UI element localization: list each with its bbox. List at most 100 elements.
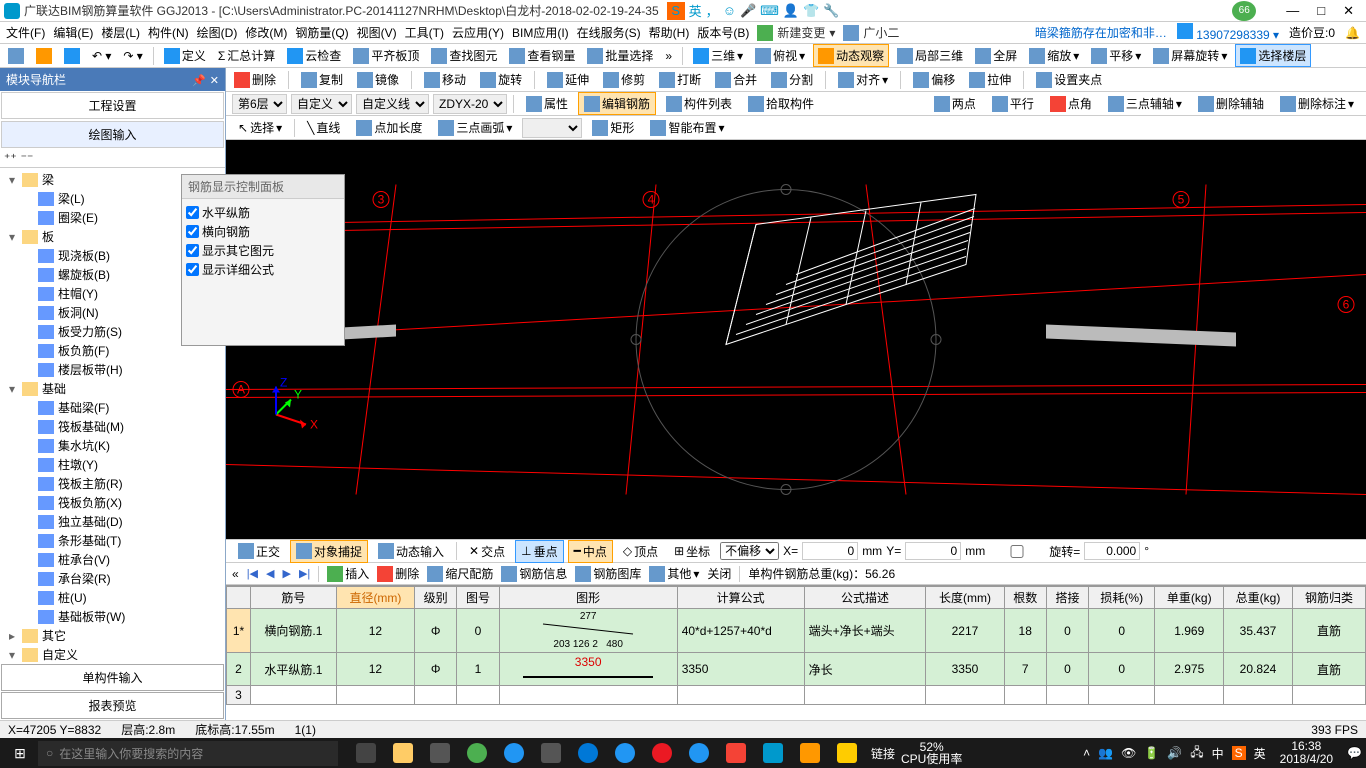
grid-header[interactable]: 总重(kg)	[1224, 587, 1293, 609]
dynview-button[interactable]: 动态观察	[813, 44, 889, 67]
tab-draw-input[interactable]: 绘图输入	[1, 121, 224, 148]
save-button[interactable]	[60, 46, 84, 66]
delaux-button[interactable]: 删除辅轴	[1192, 92, 1270, 115]
app-help[interactable]	[829, 739, 865, 767]
grid-header[interactable]: 图形	[499, 587, 677, 609]
ime-wrench-icon[interactable]: 🔧	[823, 3, 839, 19]
first-button[interactable]: |◀	[247, 567, 258, 580]
menu-bim[interactable]: BIM应用(I)	[512, 24, 569, 41]
app-explorer[interactable]	[385, 739, 421, 767]
bell-icon[interactable]: 🔔	[1345, 26, 1360, 40]
drawing-viewport[interactable]: 3 4 5 6 A	[226, 140, 1366, 539]
sumcalc-button[interactable]: Σ汇总计算	[214, 45, 279, 66]
editrebar-button[interactable]: 编辑钢筋	[578, 92, 656, 115]
app-ie[interactable]	[496, 739, 532, 767]
menu-component[interactable]: 构件(N)	[148, 24, 189, 41]
prev-button[interactable]: ◀	[266, 567, 274, 580]
insert-button[interactable]: 插入	[327, 565, 369, 582]
rotate-input[interactable]	[1084, 542, 1140, 560]
rebar-grid[interactable]: 筋号直径(mm)级别图号图形计算公式公式描述长度(mm)根数搭接损耗(%)单重(…	[226, 585, 1366, 720]
tree-node[interactable]: ▾自定义	[2, 645, 223, 663]
perp-button[interactable]: ⊥垂点	[515, 540, 563, 563]
grid-header[interactable]: 根数	[1004, 587, 1046, 609]
close-button[interactable]: ✕	[1343, 3, 1354, 19]
ime-keyboard-icon[interactable]: ⌨	[760, 3, 779, 19]
windows-taskbar[interactable]: ⊞ ○在这里输入你要搜索的内容 链接 52%CPU使用率 ˄ 👥 👁 🔋 🔊 🖧…	[0, 738, 1366, 768]
menu-tools[interactable]: 工具(T)	[405, 24, 444, 41]
taskbar-link[interactable]: 链接	[867, 745, 899, 762]
topview-button[interactable]: 俯视 ▾	[751, 45, 809, 66]
del-button[interactable]: 删除	[230, 69, 280, 90]
scaledist-button[interactable]: 缩尺配筋	[427, 565, 493, 582]
grid-header[interactable]: 级别	[415, 587, 457, 609]
coin-label[interactable]: 造价豆:0	[1289, 24, 1335, 41]
x-input[interactable]	[802, 542, 858, 560]
grid-header[interactable]: 筋号	[251, 587, 337, 609]
break-button[interactable]: 打断	[655, 69, 705, 90]
ptlen-button[interactable]: 点加长度	[350, 116, 428, 139]
tray-battery-icon[interactable]: 🔋	[1144, 746, 1159, 760]
menu-file[interactable]: 文件(F)	[6, 24, 45, 41]
ime-shirt-icon[interactable]: 👕	[803, 3, 819, 19]
rotate-button[interactable]: 旋转	[476, 69, 526, 90]
notice-marquee[interactable]: 暗梁箍筋存在加密和非…	[1035, 24, 1167, 41]
app-settings[interactable]	[422, 739, 458, 767]
close-panel-button[interactable]: 关闭	[707, 565, 731, 582]
score-badge[interactable]: 66	[1232, 1, 1256, 21]
parallel-button[interactable]: 平行	[986, 92, 1040, 115]
tree-expand-icon[interactable]: ⁺⁺	[4, 151, 17, 165]
undo-button[interactable]: ↶ ▾	[88, 47, 115, 65]
menu-online[interactable]: 在线服务(S)	[577, 24, 641, 41]
open-button[interactable]	[32, 46, 56, 66]
fullscreen-button[interactable]: 全屏	[971, 45, 1021, 66]
menu-edit[interactable]: 编辑(E)	[53, 24, 93, 41]
tab-project-settings[interactable]: 工程设置	[1, 92, 224, 119]
tree-node[interactable]: ▾基础	[2, 379, 223, 398]
floor-select[interactable]: 第6层	[232, 94, 287, 114]
cloudcheck-button[interactable]: 云检查	[283, 45, 345, 66]
flatroof-button[interactable]: 平齐板顶	[349, 45, 423, 66]
copy-button[interactable]: 复制	[297, 69, 347, 90]
3d-button[interactable]: 三维 ▾	[689, 45, 747, 66]
sidebar-close-icon[interactable]: ✕	[210, 75, 219, 87]
grid-header[interactable]: 钢筋归类	[1292, 587, 1365, 609]
tree-node[interactable]: 承台梁(R)	[2, 569, 223, 588]
y-input[interactable]	[905, 542, 961, 560]
tree-node[interactable]: 筏板主筋(R)	[2, 474, 223, 493]
osnap-button[interactable]: 对象捕捉	[290, 540, 368, 563]
taskbar-search[interactable]: ○在这里输入你要搜索的内容	[38, 741, 338, 766]
tray-notify-icon[interactable]: 💬	[1347, 746, 1362, 760]
menu-view[interactable]: 视图(V)	[357, 24, 397, 41]
grid-header[interactable]: 单重(kg)	[1155, 587, 1224, 609]
user-phone[interactable]: 13907298339 ▾	[1177, 23, 1279, 42]
rect-button[interactable]: 矩形	[586, 116, 640, 139]
opt-other[interactable]: 显示其它图元	[186, 241, 340, 260]
tree-node[interactable]: 柱墩(Y)	[2, 455, 223, 474]
app-ie2[interactable]	[607, 739, 643, 767]
delete-row-button[interactable]: 删除	[377, 565, 419, 582]
taskbar-clock[interactable]: 16:382018/4/20	[1274, 740, 1339, 766]
rotate-checkbox[interactable]	[989, 545, 1045, 558]
coord-button[interactable]: ⊞坐标	[668, 540, 716, 563]
batchsel-button[interactable]: 批量选择	[583, 45, 657, 66]
pickcomp-button[interactable]: 拾取构件	[742, 92, 820, 115]
rebarlib-button[interactable]: 钢筋图库	[575, 565, 641, 582]
tray-net-icon[interactable]: 🖧	[1190, 743, 1203, 764]
app-g[interactable]	[681, 739, 717, 767]
ime-person-icon[interactable]: 👤	[783, 3, 799, 19]
minimize-button[interactable]: —	[1286, 3, 1299, 19]
app-qq[interactable]	[644, 739, 680, 767]
next-button[interactable]: ▶	[282, 567, 290, 580]
tree-node[interactable]: 独立基础(D)	[2, 512, 223, 531]
extend-button[interactable]: 延伸	[543, 69, 593, 90]
ime-mic-icon[interactable]: 🎤	[740, 3, 756, 19]
expand-button[interactable]: »	[661, 47, 676, 65]
category-select[interactable]: 自定义	[291, 94, 352, 114]
grid-header[interactable]: 计算公式	[677, 587, 804, 609]
dyninput-button[interactable]: 动态输入	[372, 540, 450, 563]
tree-node[interactable]: 条形基础(T)	[2, 531, 223, 550]
tree-node[interactable]: 楼层板带(H)	[2, 360, 223, 379]
collapse-icon[interactable]: «	[232, 567, 239, 581]
tray-volume-icon[interactable]: 🔊	[1167, 746, 1182, 760]
complist-button[interactable]: 构件列表	[660, 92, 738, 115]
